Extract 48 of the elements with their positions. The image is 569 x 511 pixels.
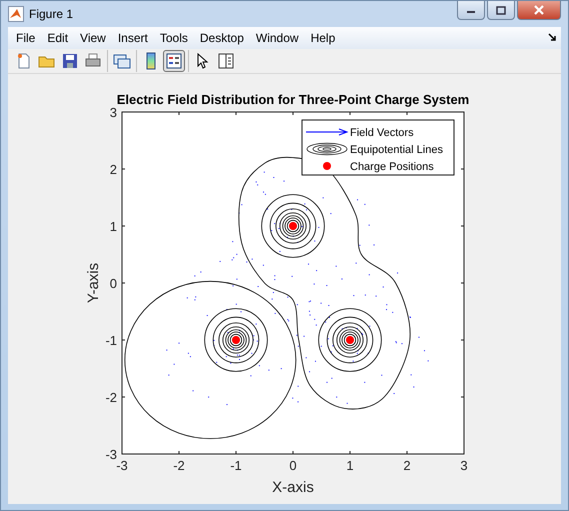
app-icon [8, 6, 24, 22]
tick-label: -2 [105, 390, 117, 405]
tick-label: -3 [105, 447, 117, 462]
tick-label: 3 [460, 458, 468, 473]
close-icon [533, 5, 545, 15]
new-file-icon [16, 52, 32, 69]
colorbar-icon [146, 52, 156, 70]
legend-icon [166, 52, 182, 69]
dot-icon [323, 162, 331, 170]
legend-label: Equipotential Lines [350, 144, 443, 156]
menu-item[interactable]: Tools [156, 30, 196, 45]
menu-item[interactable]: File [12, 30, 44, 45]
pointer-icon [197, 52, 209, 69]
tick-label: 2 [110, 162, 117, 177]
maximize-icon [496, 6, 506, 14]
tick-label: 1 [346, 458, 354, 473]
printer-icon [85, 52, 101, 69]
menu-item[interactable]: Insert [114, 30, 156, 45]
linked-windows-icon [113, 52, 131, 69]
maximize-button[interactable] [487, 1, 515, 20]
legend-label: Charge Positions [350, 161, 434, 173]
tick-label: -3 [116, 458, 128, 473]
tick-label: 1 [110, 219, 117, 234]
minimize-button[interactable] [457, 1, 485, 20]
menu-item[interactable]: Edit [43, 30, 76, 45]
tick-label: 0 [289, 458, 297, 473]
menu-item[interactable]: Desktop [196, 30, 252, 45]
tick-label: 2 [403, 458, 411, 473]
tick-label: -1 [230, 458, 242, 473]
menu-item[interactable]: Window [252, 30, 307, 45]
property-panel-icon [218, 52, 234, 69]
menu-item[interactable]: View [76, 30, 114, 45]
chart-title: Electric Field Distribution for Three-Point Charge System [116, 92, 470, 107]
close-button[interactable] [517, 1, 561, 20]
tick-label: -2 [173, 458, 185, 473]
menu-item[interactable]: Help [306, 30, 344, 45]
dock-arrow-icon[interactable] [548, 33, 557, 42]
tick-label: 3 [110, 105, 117, 120]
tick-label: -1 [105, 333, 117, 348]
save-icon [62, 52, 78, 69]
legend-label: Field Vectors [350, 127, 414, 139]
toolbar-button[interactable] [163, 50, 185, 72]
window-title: Figure 1 [29, 7, 74, 22]
contour-icon [306, 142, 348, 156]
tick-label: 0 [110, 276, 117, 291]
arrow-icon [306, 128, 348, 136]
x-axis-label: X-axis [272, 479, 314, 496]
y-axis-label: Y-axis [85, 262, 102, 304]
